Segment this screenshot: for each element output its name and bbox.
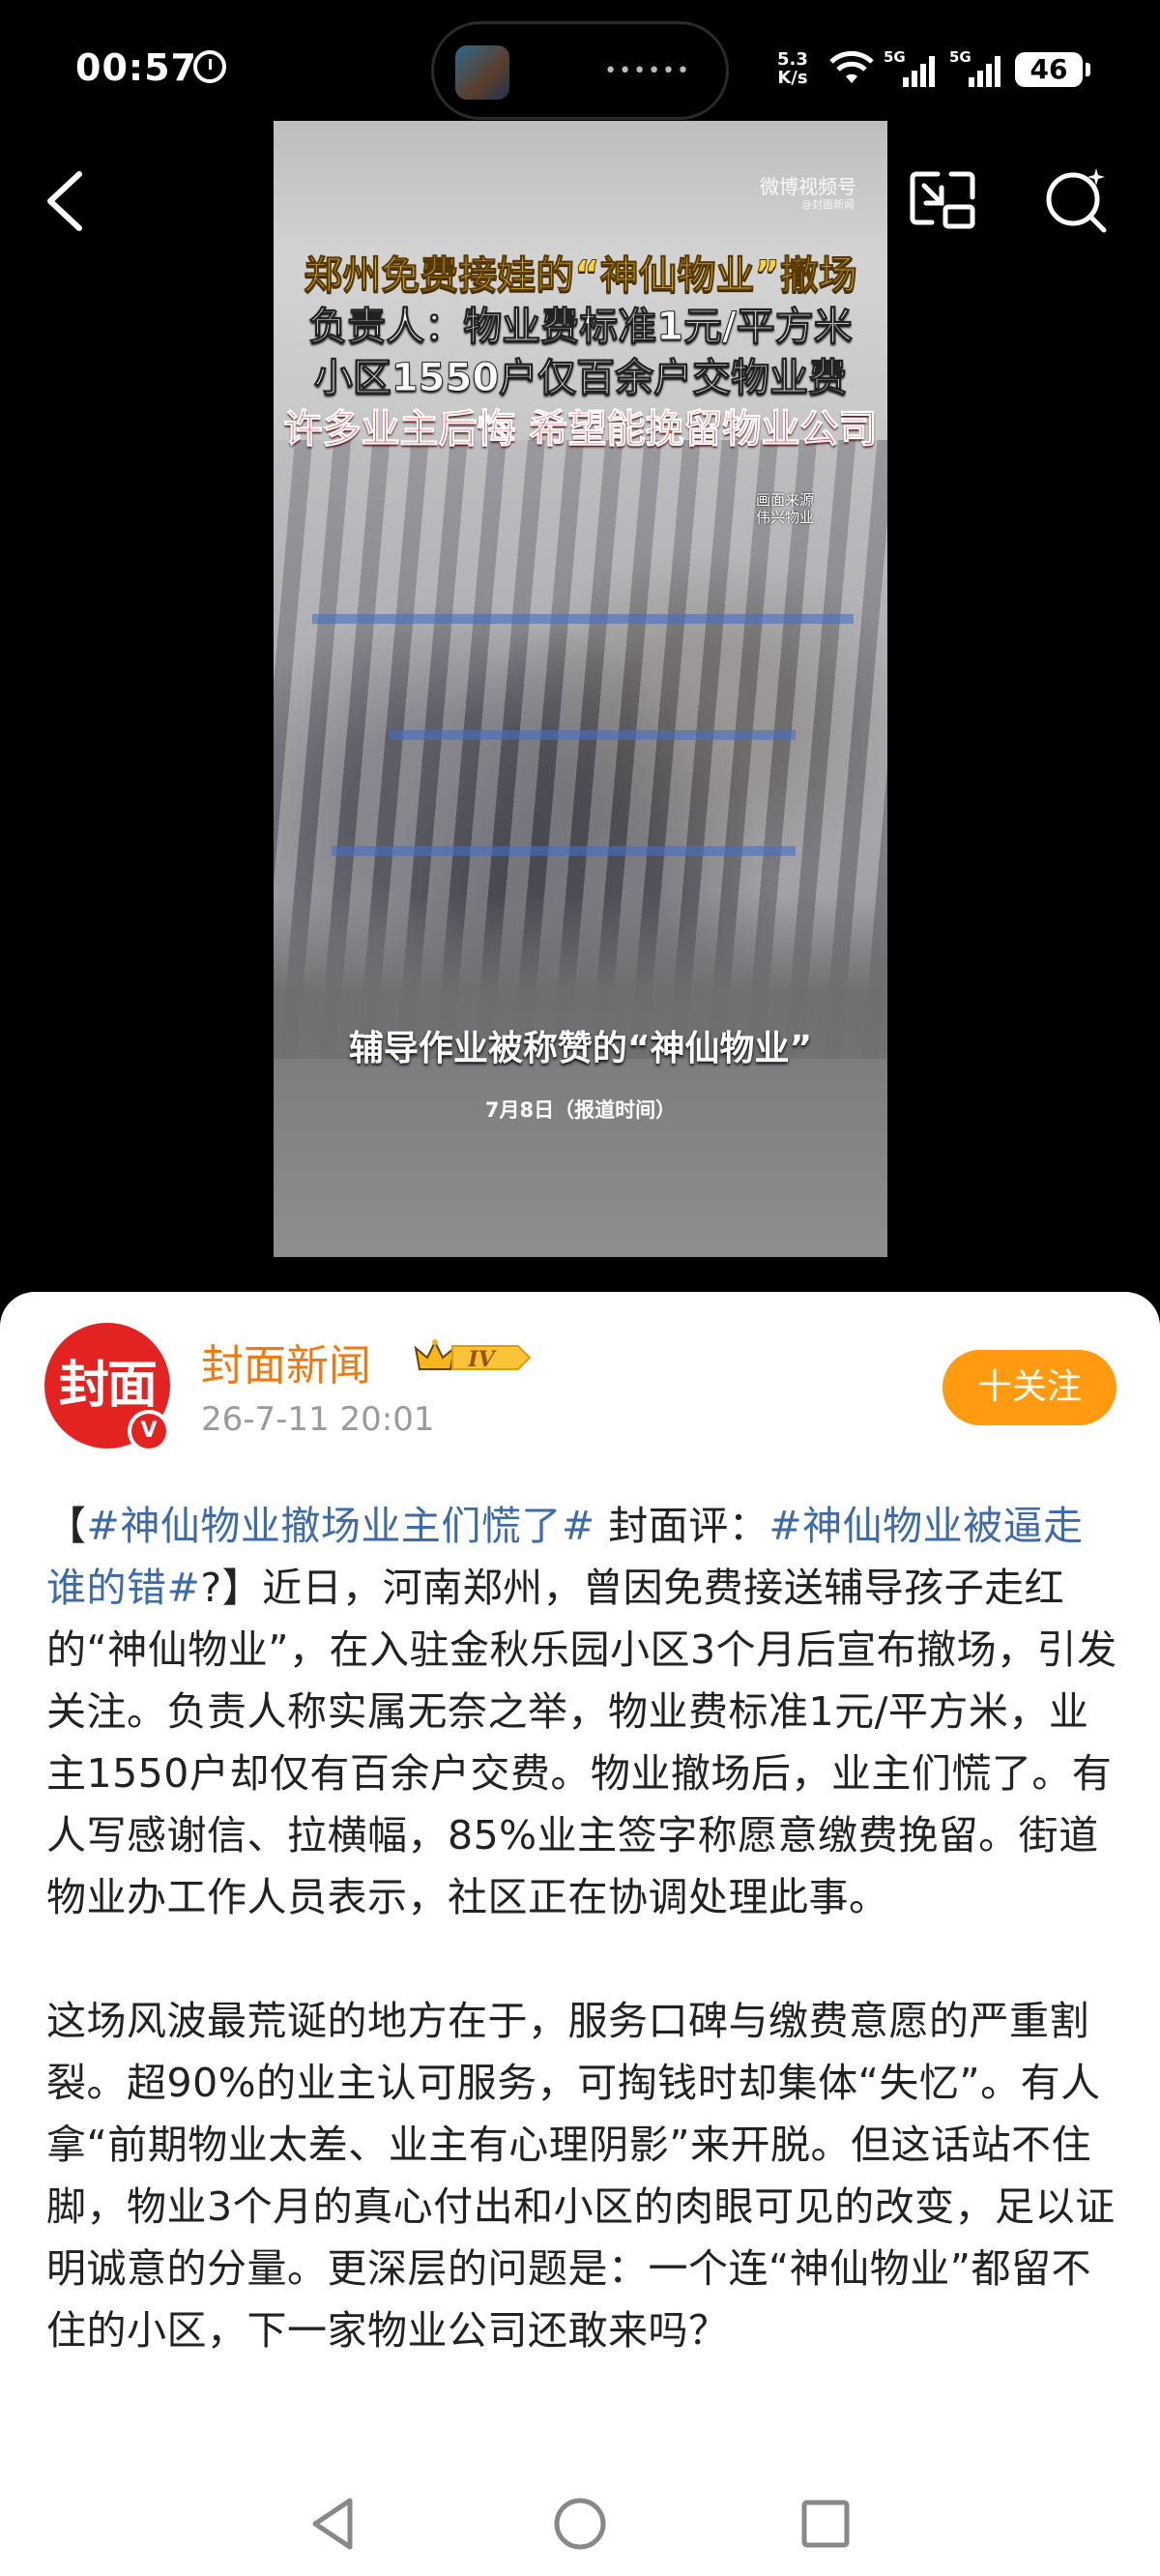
video-date-note: 7月8日（报道时间）: [484, 1098, 677, 1122]
nav-recents-icon[interactable]: [797, 2495, 855, 2553]
battery-icon: 46: [1015, 52, 1090, 87]
video-headline-1: 郑州免费接娃的“神仙物业”撤场: [304, 253, 858, 299]
nav-home-icon[interactable]: [551, 2495, 609, 2553]
ai-search-icon[interactable]: [1042, 164, 1112, 234]
network-speed: 5.3 K/s: [777, 50, 808, 87]
more-dots-icon: ••••••: [604, 59, 691, 83]
video-source-line-2: 伟兴物业: [755, 509, 814, 526]
back-arrow-icon[interactable]: [39, 162, 97, 240]
signal-label-2: 5G: [949, 48, 972, 66]
post-timestamp: 26-7-11 20:01: [201, 1400, 435, 1439]
video-source-line-1: 画面来源: [755, 491, 814, 509]
follow-button[interactable]: 十关注: [942, 1350, 1116, 1425]
video-watermark-sub: @封面新闻: [801, 198, 855, 211]
video-headline-4: 许多业主后悔 希望能挽留物业公司: [283, 407, 878, 453]
system-navigation-bar: [0, 2475, 1160, 2572]
wifi-icon: [829, 50, 874, 83]
post-paragraph-1: 【#神仙物业撤场业主们慌了# 封面评：#神仙物业被逼走谁的错#?】近日，河南郑州…: [46, 1495, 1119, 1928]
nav-back-icon[interactable]: [305, 2495, 363, 2553]
dynamic-island[interactable]: ••••••: [431, 21, 729, 120]
verified-badge-icon: [128, 1410, 170, 1452]
video-watermark: 微博视频号: [760, 175, 856, 198]
cellular-signal-icon-1: 5G: [884, 48, 938, 87]
hashtag-link[interactable]: #神仙物业撤场业主们慌了#: [87, 1503, 595, 1549]
paragraph-text: ?】近日，河南郑州，曾因免费接送辅导孩子走红的“神仙物业”，在入驻金秋乐园小区3…: [46, 1565, 1117, 1920]
post-card: 封面 封面新闻 IV 26-7-11 20:01 十关注 【#神仙物业撤场业主们…: [0, 1292, 1160, 2576]
level-badge-text: IV: [467, 1347, 496, 1372]
post-paragraph-2: 这场风波最荒诞的地方在于，服务口碑与缴费意愿的严重割裂。超90%的业主认可服务，…: [46, 1998, 1116, 2354]
cellular-signal-icon-2: 5G: [949, 48, 1003, 87]
post-body: 【#神仙物业撤场业主们慌了# 封面评：#神仙物业被逼走谁的错#?】近日，河南郑州…: [46, 1495, 1119, 2423]
clock: 00:57: [75, 46, 197, 89]
signal-label-1: 5G: [884, 48, 906, 66]
bracket-open: 【: [46, 1503, 87, 1549]
video-headline-3: 小区1550户仅百余户交物业费: [313, 356, 848, 401]
video-headline-2: 负责人：物业费标准1元/平方米: [308, 305, 853, 350]
vip-crown-badge-icon[interactable]: IV: [414, 1336, 534, 1379]
picture-in-picture-icon[interactable]: [909, 168, 976, 232]
network-speed-unit: K/s: [777, 68, 808, 88]
video-source-note: 画面来源 伟兴物业: [756, 491, 814, 526]
network-speed-value: 5.3: [777, 49, 808, 70]
alarm-icon: [193, 50, 226, 83]
video-player[interactable]: 微博视频号 @封面新闻 郑州免费接娃的“神仙物业”撤场 负责人：物业费标准1元/…: [274, 121, 887, 1257]
comment-label: 封面评：: [594, 1503, 769, 1549]
video-caption: 辅导作业被称赞的“神仙物业”: [348, 1029, 813, 1068]
media-thumbnail: [455, 45, 509, 100]
author-name[interactable]: 封面新闻: [201, 1331, 371, 1392]
